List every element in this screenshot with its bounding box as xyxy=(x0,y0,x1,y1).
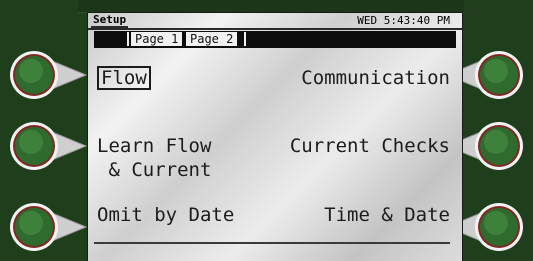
bottom-divider xyxy=(94,242,450,244)
page-tab-bar: Page 1 Page 2 xyxy=(94,31,456,48)
menu-item-current-checks[interactable]: Current Checks xyxy=(290,134,450,158)
clock-readout: WED 5:43:40 PM xyxy=(357,14,450,27)
tab-separator xyxy=(244,32,246,46)
softkey-left-3[interactable] xyxy=(0,201,90,253)
softkey-left-1[interactable] xyxy=(0,49,90,101)
breadcrumb: Setup xyxy=(91,13,129,28)
menu-item-learn-flow-current[interactable]: Learn Flow & Current xyxy=(97,134,211,182)
menu-item-flow[interactable]: Flow xyxy=(97,66,151,90)
tab-page-1[interactable]: Page 1 xyxy=(131,32,183,46)
menu-item-omit-by-date[interactable]: Omit by Date xyxy=(97,203,234,227)
tab-separator xyxy=(127,32,129,46)
menu-item-communication[interactable]: Communication xyxy=(301,66,450,90)
lcd-screen: Setup WED 5:43:40 PM Page 1 Page 2 Flow … xyxy=(87,12,463,261)
menu-item-time-date[interactable]: Time & Date xyxy=(324,203,450,227)
softkey-left-2[interactable] xyxy=(0,120,90,172)
status-bar: Setup WED 5:43:40 PM xyxy=(88,13,462,30)
tab-page-2[interactable]: Page 2 xyxy=(186,32,238,46)
